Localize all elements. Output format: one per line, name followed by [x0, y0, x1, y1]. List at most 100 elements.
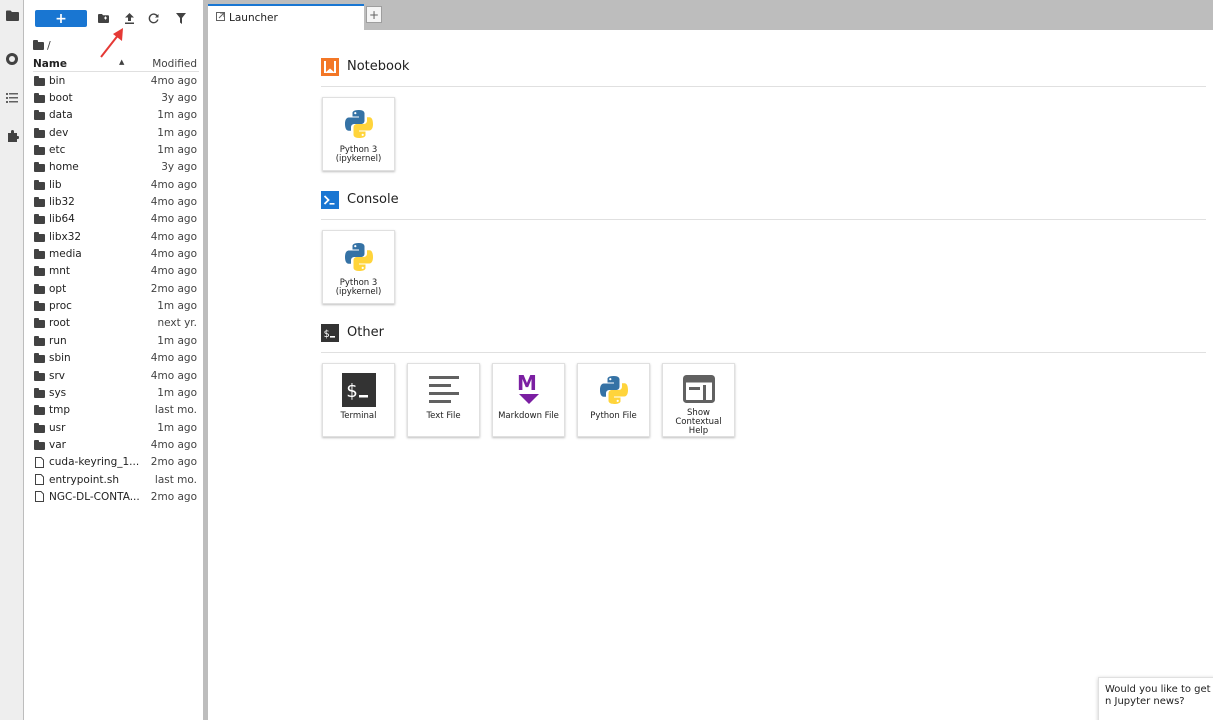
extension-manager-icon[interactable] — [0, 124, 24, 146]
add-tab-label: + — [368, 7, 380, 22]
section-console: Console Python 3 (ipykernel) — [321, 188, 1206, 304]
sort-ascending-icon[interactable]: ▲ — [119, 58, 124, 66]
breadcrumb[interactable]: / — [33, 38, 51, 52]
folder-icon — [33, 317, 45, 329]
file-row[interactable]: entrypoint.sh last mo. — [33, 471, 199, 488]
file-row[interactable]: sys 1m ago — [33, 384, 199, 401]
upload-icon[interactable] — [122, 11, 136, 25]
table-of-contents-icon[interactable] — [0, 87, 24, 109]
text-file-icon — [424, 370, 464, 410]
file-row[interactable]: boot 3y ago — [33, 89, 199, 106]
running-sessions-icon[interactable] — [0, 48, 24, 70]
file-row[interactable]: bin 4mo ago — [33, 72, 199, 89]
file-name: root — [49, 317, 71, 330]
folder-icon — [33, 439, 45, 451]
file-row[interactable]: lib32 4mo ago — [33, 193, 199, 210]
new-folder-icon[interactable] — [96, 11, 110, 25]
file-modified: next yr. — [157, 317, 197, 330]
python-logo-icon — [339, 237, 379, 277]
file-modified: last mo. — [154, 404, 197, 417]
folder-icon — [33, 404, 45, 416]
svg-text:M: M — [517, 373, 537, 395]
file-name: opt — [49, 282, 67, 295]
folder-icon — [33, 300, 45, 312]
folder-icon — [33, 352, 45, 364]
file-row[interactable]: home 3y ago — [33, 159, 199, 176]
file-row[interactable]: lib64 4mo ago — [33, 211, 199, 228]
file-row[interactable]: sbin 4mo ago — [33, 350, 199, 367]
file-modified: 4mo ago — [150, 196, 197, 209]
file-browser-icon[interactable] — [0, 4, 24, 26]
folder-icon — [33, 179, 45, 191]
file-row[interactable]: cuda-keyring_1.... 2mo ago — [33, 454, 199, 471]
launcher-card[interactable]: Text File — [407, 363, 480, 437]
file-row[interactable]: data 1m ago — [33, 107, 199, 124]
file-row[interactable]: var 4mo ago — [33, 436, 199, 453]
file-name: dev — [49, 126, 69, 139]
svg-text:$: $ — [324, 329, 330, 340]
tab-launcher[interactable]: Launcher — [208, 4, 364, 30]
news-notification-toast[interactable]: Would you like to get n Jupyter news? — [1098, 677, 1213, 720]
file-row[interactable]: proc 1m ago — [33, 297, 199, 314]
file-browser-toolbar: + — [25, 0, 203, 58]
file-modified: 1m ago — [157, 144, 197, 157]
launcher-card[interactable]: M Markdown File — [492, 363, 565, 437]
file-modified: 1m ago — [157, 421, 197, 434]
file-row[interactable]: media 4mo ago — [33, 245, 199, 262]
file-row[interactable]: lib 4mo ago — [33, 176, 199, 193]
file-modified: 1m ago — [157, 126, 197, 139]
launcher-card[interactable]: $ Terminal — [322, 363, 395, 437]
launcher-panel: Notebook Python 3 (ipykernel) Console Py… — [208, 31, 1213, 720]
file-modified: 4mo ago — [150, 213, 197, 226]
file-row[interactable]: run 1m ago — [33, 332, 199, 349]
file-modified: 4mo ago — [150, 369, 197, 382]
launcher-card-label: Python File — [590, 411, 637, 421]
folder-icon — [33, 248, 45, 260]
file-name: mnt — [49, 265, 70, 278]
file-modified: 4mo ago — [150, 178, 197, 191]
folder-icon — [33, 40, 44, 50]
new-launcher-button[interactable]: + — [35, 10, 87, 27]
section-title: Notebook — [347, 59, 410, 74]
file-row[interactable]: usr 1m ago — [33, 419, 199, 436]
folder-icon — [33, 92, 45, 104]
file-row[interactable]: NGC-DL-CONTA... 2mo ago — [33, 488, 199, 505]
file-row[interactable]: libx32 4mo ago — [33, 228, 199, 245]
file-name: boot — [49, 92, 73, 105]
file-row[interactable]: dev 1m ago — [33, 124, 199, 141]
activity-bar — [0, 0, 24, 720]
file-name: usr — [49, 421, 66, 434]
launcher-card[interactable]: Python File — [577, 363, 650, 437]
refresh-icon[interactable] — [146, 11, 160, 25]
tab-launcher-label: Launcher — [229, 12, 278, 24]
file-row[interactable]: mnt 4mo ago — [33, 263, 199, 280]
file-modified: 4mo ago — [150, 248, 197, 261]
file-row[interactable]: etc 1m ago — [33, 141, 199, 158]
file-row[interactable]: tmp last mo. — [33, 402, 199, 419]
add-tab-button[interactable]: + — [366, 6, 382, 23]
launcher-card[interactable]: Python 3 (ipykernel) — [322, 97, 395, 171]
column-modified-header[interactable]: Modified — [152, 58, 197, 70]
file-row[interactable]: root next yr. — [33, 315, 199, 332]
launcher-card-label: Markdown File — [498, 411, 559, 421]
other-terminal-icon: $ — [321, 323, 339, 342]
file-row[interactable]: opt 2mo ago — [33, 280, 199, 297]
file-modified: 4mo ago — [150, 265, 197, 278]
filter-icon[interactable] — [174, 11, 188, 25]
launcher-card[interactable]: Show Contextual Help — [662, 363, 735, 437]
file-row[interactable]: srv 4mo ago — [33, 367, 199, 384]
file-browser-panel: + / Name ▲ Modified bin 4mo ago boot 3y ago… — [25, 0, 203, 720]
file-list-header: Name ▲ Modified — [33, 57, 199, 72]
launcher-card-label: Show Contextual Help — [675, 408, 722, 436]
folder-icon — [33, 231, 45, 243]
launcher-card-label: Python 3 (ipykernel) — [335, 145, 382, 164]
file-modified: 1m ago — [157, 386, 197, 399]
file-modified: 4mo ago — [150, 74, 197, 87]
folder-icon — [33, 161, 45, 173]
launcher-card[interactable]: Python 3 (ipykernel) — [322, 230, 395, 304]
file-modified: 1m ago — [157, 109, 197, 122]
folder-icon — [33, 370, 45, 382]
launcher-card-label: Text File — [426, 411, 461, 421]
file-name: srv — [49, 369, 66, 382]
column-name-header[interactable]: Name — [33, 58, 67, 70]
